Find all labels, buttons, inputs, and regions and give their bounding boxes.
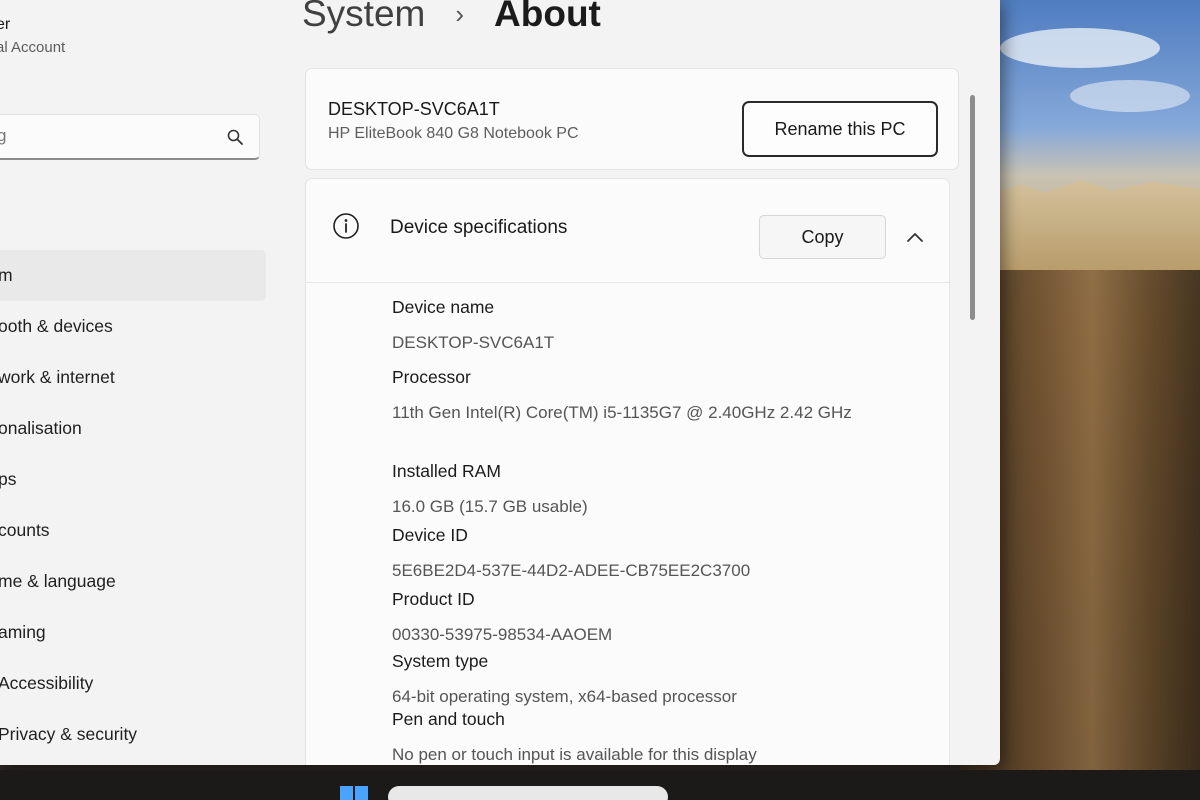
spec-installed-ram: Installed RAM 16.0 GB (15.7 GB usable) xyxy=(392,461,892,518)
spec-value: 64-bit operating system, x64-based proce… xyxy=(392,687,737,706)
sidebar-item-bluetooth[interactable]: ooth & devices xyxy=(0,301,266,352)
spec-system-type: System type 64-bit operating system, x64… xyxy=(392,651,892,708)
wallpaper-town xyxy=(980,179,1200,270)
pc-model: HP EliteBook 840 G8 Notebook PC xyxy=(328,125,579,142)
sidebar-item-accessibility[interactable]: Accessibility xyxy=(0,658,266,709)
spec-value: 5E6BE2D4-537E-44D2-ADEE-CB75EE2C3700 xyxy=(392,561,751,580)
sidebar-item-privacy-security[interactable]: Privacy & security xyxy=(0,709,266,760)
spec-label: Device name xyxy=(392,297,495,317)
spec-value: DESKTOP-SVC6A1T xyxy=(392,333,555,352)
windows-start-icon[interactable] xyxy=(340,786,370,800)
wallpaper-cloud xyxy=(1000,28,1160,68)
taskbar xyxy=(0,770,1200,800)
sidebar-item-time-language[interactable]: me & language xyxy=(0,556,266,607)
spec-product-id: Product ID 00330-53975-98534-AAOEM xyxy=(392,589,892,646)
spec-label: Processor xyxy=(392,367,471,387)
device-specifications-header[interactable]: Device specifications Copy xyxy=(306,179,949,283)
sidebar-nav: m ooth & devices work & internet onalisa… xyxy=(0,250,266,760)
sidebar-item-system[interactable]: m xyxy=(0,250,266,301)
pc-name: DESKTOP-SVC6A1T xyxy=(328,99,500,119)
spec-pen-touch: Pen and touch No pen or touch input is a… xyxy=(392,709,892,765)
rename-pc-button[interactable]: Rename this PC xyxy=(742,101,938,157)
copy-button[interactable]: Copy xyxy=(759,215,886,259)
sidebar-item-apps[interactable]: ps xyxy=(0,454,266,505)
wallpaper-cloud xyxy=(1070,80,1190,112)
sidebar-item-gaming[interactable]: aming xyxy=(0,607,266,658)
page-title: About xyxy=(494,0,601,34)
scrollbar[interactable] xyxy=(970,95,975,320)
breadcrumb-system[interactable]: System xyxy=(302,0,425,35)
search-icon[interactable] xyxy=(227,129,243,145)
chevron-up-icon[interactable] xyxy=(904,229,926,245)
spec-value: 00330-53975-98534-AAOEM xyxy=(392,625,613,644)
spec-device-name: Device name DESKTOP-SVC6A1T xyxy=(392,297,892,354)
taskbar-search-box[interactable] xyxy=(388,786,668,800)
spec-label: System type xyxy=(392,651,489,671)
breadcrumb: System › About xyxy=(302,0,601,40)
breadcrumb-separator: › xyxy=(455,0,465,29)
settings-search-box[interactable] xyxy=(0,114,260,160)
spec-device-id: Device ID 5E6BE2D4-537E-44D2-ADEE-CB75EE… xyxy=(392,525,892,582)
spec-processor: Processor 11th Gen Intel(R) Core(TM) i5-… xyxy=(392,367,892,424)
pc-name-card: DESKTOP-SVC6A1T HP EliteBook 840 G8 Note… xyxy=(305,68,959,170)
settings-search-input[interactable] xyxy=(0,115,211,157)
spec-value: 16.0 GB (15.7 GB usable) xyxy=(392,497,588,516)
info-icon xyxy=(333,213,359,239)
spec-value: 11th Gen Intel(R) Core(TM) i5-1135G7 @ 2… xyxy=(392,403,852,422)
sidebar: er al Account m ooth & devices work & in… xyxy=(0,0,290,765)
user-name: er xyxy=(0,16,11,33)
device-specifications-title: Device specifications xyxy=(390,217,568,238)
spec-label: Product ID xyxy=(392,589,475,609)
device-specifications-card: Device specifications Copy Device name D… xyxy=(305,178,950,765)
settings-window: er al Account m ooth & devices work & in… xyxy=(0,0,1000,765)
spec-label: Device ID xyxy=(392,525,468,545)
spec-label: Pen and touch xyxy=(392,709,505,729)
spec-value: No pen or touch input is available for t… xyxy=(392,745,757,764)
sidebar-item-personalisation[interactable]: onalisation xyxy=(0,403,266,454)
user-account-type: al Account xyxy=(0,39,66,56)
spec-label: Installed RAM xyxy=(392,461,501,481)
sidebar-item-network[interactable]: work & internet xyxy=(0,352,266,403)
sidebar-item-accounts[interactable]: counts xyxy=(0,505,266,556)
